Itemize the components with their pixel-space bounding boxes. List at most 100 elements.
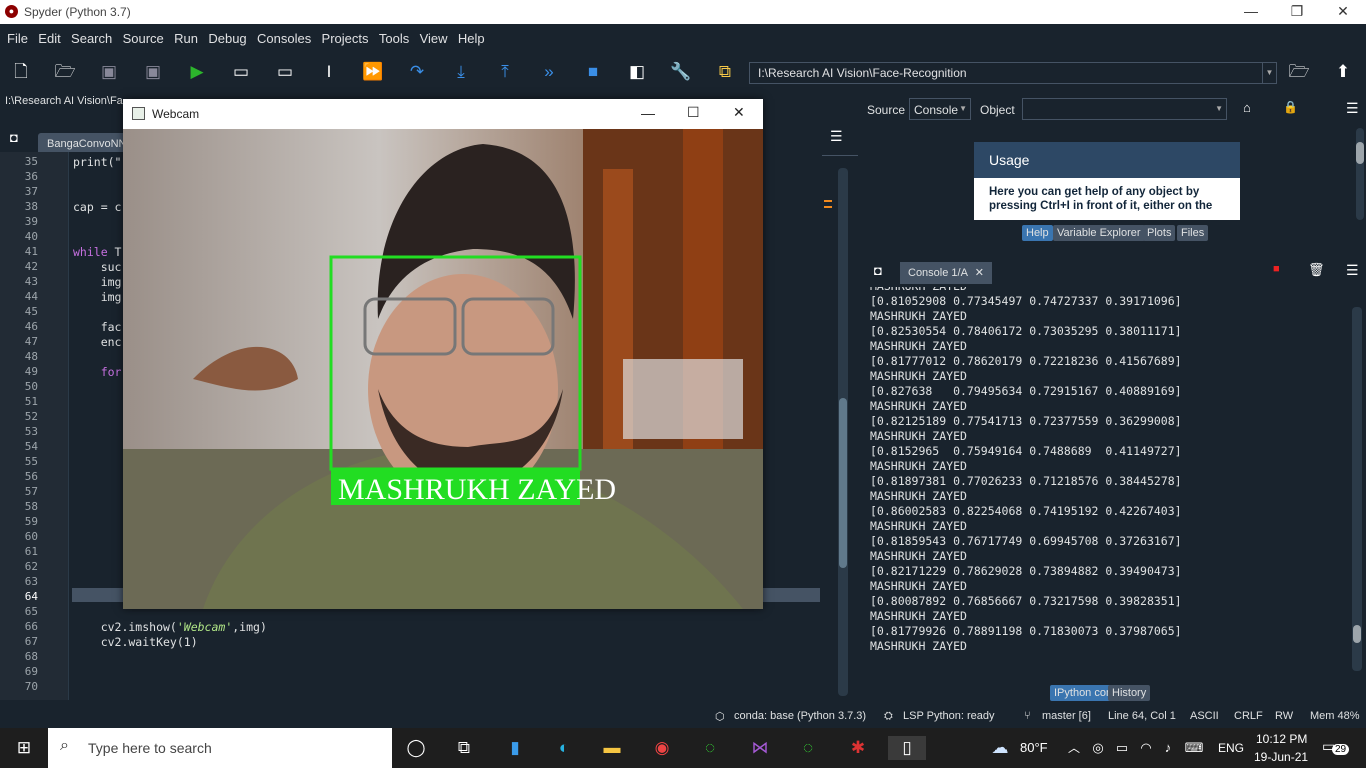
git-status[interactable]: master [6] (1042, 710, 1091, 722)
close-icon[interactable]: ✕ (975, 266, 984, 279)
code-line[interactable]: suc (73, 260, 122, 274)
step-icon[interactable]: ↷ (406, 62, 428, 82)
code-line[interactable]: for (73, 365, 122, 379)
hamburger-menu-icon[interactable]: ☰ (830, 128, 843, 145)
visual-studio-icon[interactable]: ⋈ (748, 736, 772, 760)
python-path-icon[interactable]: ⧉ (714, 62, 736, 82)
chrome-icon[interactable]: ◉ (650, 736, 674, 760)
chevron-down-icon[interactable]: ▼ (1262, 63, 1276, 83)
home-icon[interactable]: ⌂ (1243, 100, 1251, 115)
code-line[interactable]: img (73, 290, 122, 304)
run-selection-icon[interactable]: I (318, 62, 340, 82)
code-line[interactable]: cap = c (73, 200, 121, 214)
scroll-thumb[interactable] (1353, 625, 1361, 643)
console-output[interactable]: MASHRUKH ZAYED[0.81052908 0.77345497 0.7… (862, 287, 1352, 677)
source-select[interactable]: Console ▼ (909, 98, 971, 120)
step-into-icon[interactable]: ⤓ (450, 62, 472, 82)
cortana-icon[interactable]: ◯ (404, 736, 428, 760)
spyder-icon[interactable]: ✱ (846, 736, 870, 760)
save-icon[interactable]: ▣ (98, 62, 120, 82)
menu-tools[interactable]: Tools (379, 31, 409, 46)
tab-variable-explorer[interactable]: Variable Explorer (1053, 225, 1145, 241)
lsp-status[interactable]: LSP Python: ready (903, 710, 995, 722)
menu-view[interactable]: View (420, 31, 448, 46)
run-icon[interactable]: ▶ (186, 62, 208, 82)
menu-search[interactable]: Search (71, 31, 112, 46)
maximize-pane-icon[interactable]: ◧ (626, 62, 648, 82)
maximize-icon[interactable]: ☐ (687, 104, 700, 121)
tab-plots[interactable]: Plots (1143, 225, 1176, 241)
language-indicator[interactable]: ENG (1218, 741, 1244, 755)
code-line[interactable]: print(" (73, 155, 121, 169)
minimize-icon[interactable]: — (641, 105, 655, 121)
preferences-icon[interactable]: 🔧 (670, 62, 692, 82)
tab-history[interactable]: History (1108, 685, 1151, 701)
webcam-tray-icon[interactable]: ◎ (1086, 736, 1110, 760)
menu-file[interactable]: File (7, 31, 28, 46)
help-scrollbar[interactable] (1356, 128, 1364, 220)
parent-directory-icon[interactable]: ⬆ (1332, 62, 1354, 82)
chevron-up-icon[interactable]: ︿ (1062, 736, 1086, 760)
console-scrollbar[interactable] (1352, 307, 1362, 671)
windows-start-icon[interactable]: ⊞ (12, 736, 36, 760)
tab-files[interactable]: Files (1177, 225, 1209, 241)
browse-tabs-icon[interactable]: ◘ (874, 263, 882, 278)
code-line[interactable]: fac (73, 320, 122, 334)
browse-tabs-icon[interactable]: ◘ (10, 130, 18, 145)
object-input[interactable]: ▼ (1022, 98, 1227, 120)
anaconda-icon[interactable]: ◌ (698, 736, 722, 760)
code-line[interactable]: img (73, 275, 122, 289)
lock-icon[interactable]: 🔒 (1283, 100, 1298, 114)
weather-temp[interactable]: 80°F (1020, 740, 1048, 755)
menu-consoles[interactable]: Consoles (257, 31, 311, 46)
volume-icon[interactable]: ♪ (1156, 736, 1180, 760)
edge-icon[interactable]: ◐ (552, 736, 576, 760)
menu-help[interactable]: Help (458, 31, 485, 46)
code-line[interactable]: cv2.waitKey(1) (73, 635, 198, 649)
close-icon[interactable]: ✕ (733, 104, 745, 121)
tab-help[interactable]: Help (1022, 225, 1053, 241)
minimize-button[interactable]: — (1228, 0, 1274, 24)
taskbar-search[interactable]: ⌕ Type here to search (48, 728, 392, 768)
run-cell-icon[interactable]: ▭ (230, 62, 252, 82)
anaconda-navigator-icon[interactable]: ◌ (796, 736, 820, 760)
menu-projects[interactable]: Projects (322, 31, 369, 46)
menu-debug[interactable]: Debug (208, 31, 246, 46)
webcam-window[interactable]: Webcam — ☐ ✕ MASHRUKH ZAYED (123, 99, 763, 609)
battery-icon[interactable]: ▭ (1110, 736, 1134, 760)
menu-run[interactable]: Run (174, 31, 198, 46)
stop-icon[interactable]: ■ (1273, 263, 1280, 275)
clock-time[interactable]: 10:12 PM (1256, 732, 1307, 746)
scroll-thumb[interactable] (839, 398, 847, 568)
restore-button[interactable]: ❐ (1274, 0, 1320, 24)
code-line[interactable]: cv2.imshow('Webcam',img) (73, 620, 267, 634)
task-view-icon[interactable]: ⧉ (452, 736, 476, 760)
phone-app-icon[interactable]: ▮ (503, 736, 527, 760)
keyboard-icon[interactable]: ⌨ (1182, 736, 1206, 760)
trash-icon[interactable]: 🗑 (1308, 262, 1325, 278)
clock-date[interactable]: 19-Jun-21 (1254, 750, 1308, 764)
webcam-window-icon[interactable]: ▯ (888, 736, 926, 760)
stop-icon[interactable]: ■ (582, 62, 604, 82)
working-directory-combo[interactable]: I:\Research AI Vision\Face-Recognition ▼ (749, 62, 1277, 84)
editor-scrollbar[interactable] (838, 168, 848, 696)
new-file-icon[interactable]: 🗋 (10, 62, 32, 82)
conda-status[interactable]: conda: base (Python 3.7.3) (734, 710, 866, 722)
open-file-icon[interactable]: 🗁 (54, 62, 76, 82)
hamburger-menu-icon[interactable]: ☰ (1346, 262, 1359, 279)
code-line[interactable]: enc (73, 335, 122, 349)
console-tab[interactable]: Console 1/A ✕ (900, 262, 992, 284)
save-all-icon[interactable]: ▣ (142, 62, 164, 82)
weather-icon[interactable]: ☁ (988, 736, 1012, 760)
menu-source[interactable]: Source (123, 31, 164, 46)
step-return-icon[interactable]: ⤒ (494, 62, 516, 82)
notification-center[interactable]: ▭ 29 (1322, 738, 1352, 758)
continue-icon[interactable]: » (538, 62, 560, 82)
wifi-icon[interactable]: ◠ (1134, 736, 1158, 760)
menu-edit[interactable]: Edit (38, 31, 60, 46)
code-line[interactable]: while T (73, 245, 121, 259)
scroll-thumb[interactable] (1356, 142, 1364, 164)
debug-icon[interactable]: ⏩ (362, 62, 384, 82)
browse-folder-icon[interactable]: 🗁 (1288, 62, 1310, 82)
run-cell-advance-icon[interactable]: ▭ (274, 62, 296, 82)
